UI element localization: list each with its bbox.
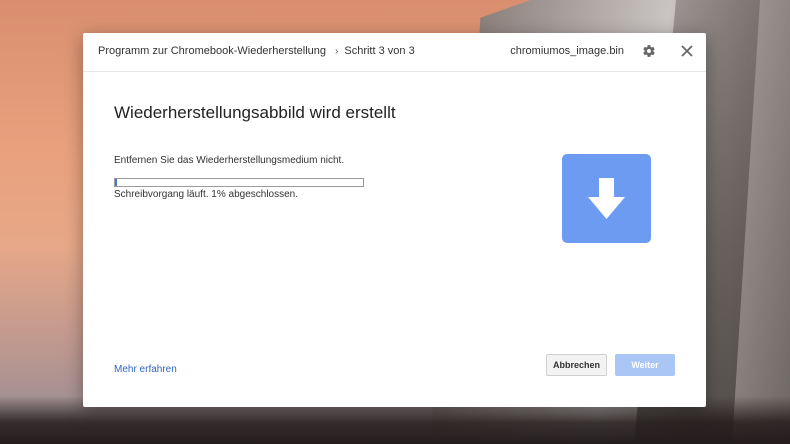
gear-icon[interactable] (642, 44, 656, 58)
progress-bar (114, 178, 364, 187)
image-filename: chromiumos_image.bin (510, 45, 624, 57)
learn-more-link[interactable]: Mehr erfahren (114, 364, 177, 375)
recovery-dialog: Programm zur Chromebook-Wiederherstellun… (83, 33, 706, 407)
breadcrumb: Programm zur Chromebook-Wiederherstellun… (98, 45, 415, 57)
close-icon[interactable] (680, 44, 694, 58)
progress-status: Schreibvorgang läuft. 1% abgeschlossen. (114, 189, 299, 200)
do-not-remove-notice: Entfernen Sie das Wiederherstellungsmedi… (114, 155, 345, 166)
breadcrumb-chevron-icon: › (335, 46, 339, 57)
download-hero-tile (562, 154, 651, 243)
page-title: Wiederherstellungsabbild wird erstellt (114, 103, 396, 122)
dialog-header: Programm zur Chromebook-Wiederherstellun… (83, 33, 706, 72)
next-button[interactable]: Weiter (615, 354, 675, 376)
download-arrow-icon (588, 178, 625, 219)
step-indicator: Schritt 3 von 3 (344, 45, 415, 57)
app-title: Programm zur Chromebook-Wiederherstellun… (98, 45, 327, 57)
progress-bar-fill (115, 179, 118, 186)
cancel-button[interactable]: Abbrechen (546, 354, 607, 376)
